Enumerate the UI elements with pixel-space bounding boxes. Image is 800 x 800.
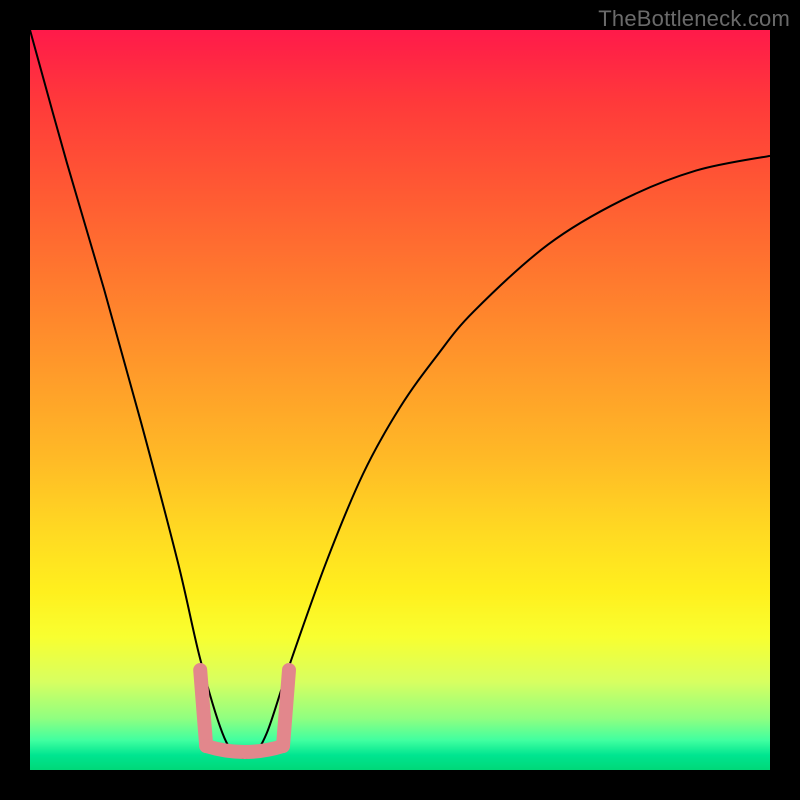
optimal-range-right [283,670,289,746]
watermark-text: TheBottleneck.com [598,6,790,32]
bottleneck-curve [30,30,770,758]
optimal-range-bottom [206,746,283,752]
plot-area [30,30,770,770]
optimal-range-left [200,670,206,746]
chart-svg [30,30,770,770]
